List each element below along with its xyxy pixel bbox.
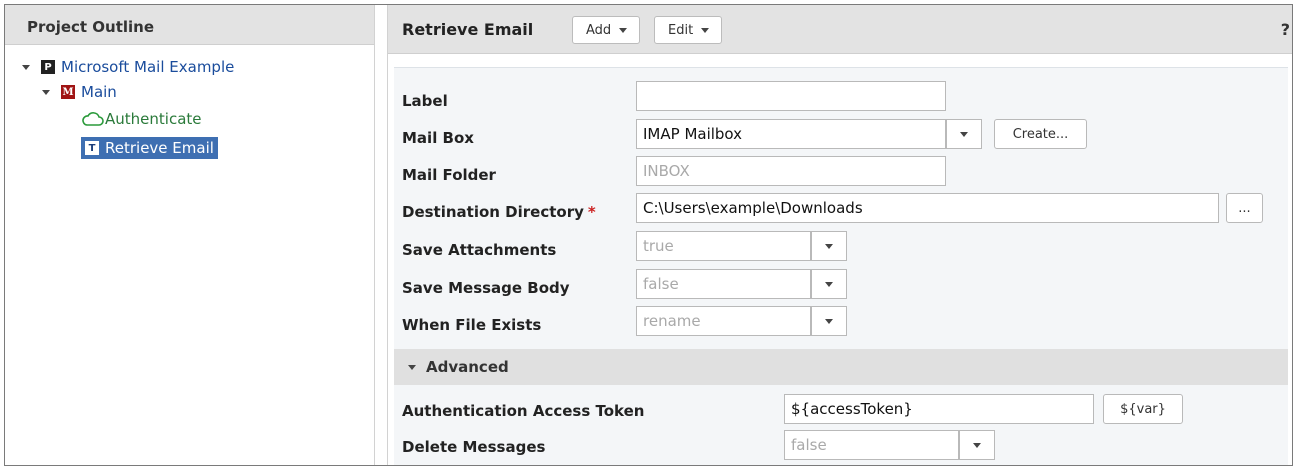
help-icon[interactable]: ? bbox=[1281, 20, 1290, 39]
chevron-down-icon bbox=[701, 27, 710, 33]
task-editor-panel: Retrieve Email Add Edit ? Label Mail Box… bbox=[387, 5, 1292, 465]
mail-box-label: Mail Box bbox=[402, 129, 474, 147]
tree-node-retrieve-email[interactable]: T Retrieve Email bbox=[81, 137, 218, 159]
tree-node-module[interactable]: M Main bbox=[41, 83, 117, 101]
insert-variable-button[interactable]: ${var} bbox=[1103, 394, 1183, 424]
save-attachments-select[interactable]: true bbox=[636, 231, 811, 261]
cloud-icon bbox=[82, 111, 104, 127]
delete-messages-label: Delete Messages bbox=[402, 438, 546, 456]
label-input[interactable] bbox=[636, 81, 946, 111]
save-attachments-label: Save Attachments bbox=[402, 241, 557, 259]
when-file-exists-select[interactable]: rename bbox=[636, 306, 811, 336]
delete-messages-dropdown-icon[interactable] bbox=[959, 430, 995, 460]
auth-token-input[interactable]: ${accessToken} bbox=[784, 394, 1094, 424]
browse-directory-button[interactable]: ... bbox=[1226, 193, 1263, 223]
task-icon: T bbox=[85, 141, 99, 155]
destination-directory-label-text: Destination Directory bbox=[402, 203, 584, 221]
tree-node-project[interactable]: P Microsoft Mail Example bbox=[21, 58, 234, 76]
editor-title: Retrieve Email bbox=[402, 20, 534, 39]
mail-folder-label: Mail Folder bbox=[402, 166, 496, 184]
project-icon: P bbox=[41, 60, 55, 74]
save-attachments-dropdown-icon[interactable] bbox=[811, 231, 847, 261]
task-form: Label Mail Box IMAP Mailbox Create... Ma… bbox=[394, 67, 1288, 465]
destination-directory-label: Destination Directory * bbox=[402, 203, 596, 221]
mail-box-select[interactable]: IMAP Mailbox bbox=[636, 119, 946, 149]
mail-box-dropdown-icon[interactable] bbox=[946, 119, 982, 149]
tree-node-label: Retrieve Email bbox=[105, 139, 214, 157]
mail-folder-input[interactable]: INBOX bbox=[636, 156, 946, 186]
add-menu-label: Add bbox=[586, 22, 612, 38]
project-outline-panel: Project Outline P Microsoft Mail Example… bbox=[5, 5, 375, 465]
save-message-body-label: Save Message Body bbox=[402, 279, 570, 297]
save-message-body-dropdown-icon[interactable] bbox=[811, 269, 847, 299]
destination-directory-input[interactable]: C:\Users\example\Downloads bbox=[636, 193, 1219, 223]
editor-header: Retrieve Email Add Edit ? bbox=[388, 5, 1292, 54]
tree-node-label: Microsoft Mail Example bbox=[61, 58, 235, 76]
tree-node-authenticate[interactable]: Authenticate bbox=[82, 110, 202, 128]
project-outline-title: Project Outline bbox=[5, 5, 374, 45]
label-field-label: Label bbox=[402, 92, 448, 110]
add-menu-button[interactable]: Add bbox=[572, 16, 641, 44]
auth-token-label: Authentication Access Token bbox=[402, 402, 645, 420]
when-file-exists-dropdown-icon[interactable] bbox=[811, 306, 847, 336]
edit-menu-button[interactable]: Edit bbox=[654, 16, 723, 44]
chevron-down-icon[interactable] bbox=[41, 87, 51, 97]
chevron-down-icon bbox=[619, 27, 628, 33]
advanced-section-header[interactable]: Advanced bbox=[394, 349, 1288, 385]
required-marker: * bbox=[587, 203, 596, 221]
delete-messages-select[interactable]: false bbox=[784, 430, 959, 460]
edit-menu-label: Edit bbox=[668, 22, 694, 38]
when-file-exists-label: When File Exists bbox=[402, 316, 542, 334]
module-icon: M bbox=[61, 85, 75, 99]
chevron-down-icon bbox=[408, 364, 416, 370]
chevron-down-icon[interactable] bbox=[21, 62, 31, 72]
advanced-section-title: Advanced bbox=[426, 358, 509, 376]
save-message-body-select[interactable]: false bbox=[636, 269, 811, 299]
tree-node-label: Main bbox=[81, 83, 117, 101]
tree-node-label: Authenticate bbox=[105, 110, 202, 128]
create-mailbox-button[interactable]: Create... bbox=[994, 119, 1087, 149]
app-window: Project Outline P Microsoft Mail Example… bbox=[4, 4, 1293, 466]
